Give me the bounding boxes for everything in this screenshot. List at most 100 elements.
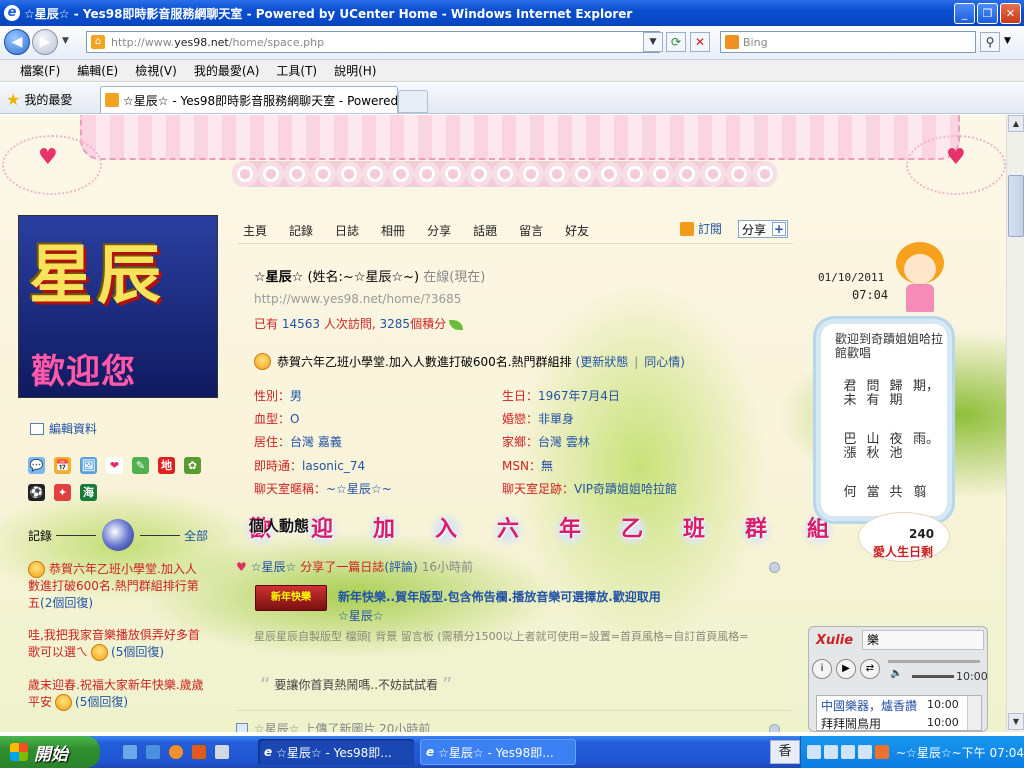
subscribe-link[interactable]: 訂閱 <box>680 220 722 237</box>
new-tab-button[interactable] <box>398 90 428 113</box>
record-all-link[interactable]: 全部 <box>184 527 208 544</box>
list-item-reply[interactable]: (2個回復) <box>40 596 93 610</box>
search-options-icon[interactable]: ▼ <box>1004 36 1011 46</box>
avatar[interactable]: 星辰 歡迎您 <box>18 215 218 398</box>
scroll-up-button[interactable]: ▲ <box>1008 115 1024 132</box>
tray-icon[interactable] <box>841 745 855 759</box>
field-value[interactable]: 1967年7月4日 <box>538 389 620 403</box>
nav-blog[interactable]: 日誌 <box>335 222 359 239</box>
menu-help[interactable]: 說明(H) <box>334 62 376 79</box>
nav-record[interactable]: 記錄 <box>289 222 313 239</box>
delete-feed-icon[interactable] <box>769 562 780 573</box>
field-value[interactable]: lasonic_74 <box>302 459 365 473</box>
ie-quicklaunch-icon[interactable] <box>122 744 138 760</box>
playlist-item[interactable]: 中國樂器，爐香讚 <box>821 697 917 714</box>
search-button[interactable]: ⚲ <box>980 32 1000 52</box>
page-scrollbar[interactable]: ▲ ▼ <box>1006 115 1024 732</box>
refresh-button[interactable]: ⟳ <box>666 32 686 52</box>
list-item[interactable]: 哇,我把我家音樂播放俱弄好多首歌可以選ㄟ (5個回復) <box>28 627 208 661</box>
nav-share[interactable]: 分享 <box>427 222 451 239</box>
plant-icon[interactable]: ✿ <box>184 457 201 474</box>
menu-tools[interactable]: 工具(T) <box>276 62 317 79</box>
map-icon[interactable]: 地 <box>158 457 175 474</box>
photo-icon[interactable]: 🖼 <box>80 457 97 474</box>
same-mood-link[interactable]: 同心情) <box>644 353 685 370</box>
search-input[interactable]: Bing <box>720 31 976 53</box>
nav-topic[interactable]: 話題 <box>473 222 497 239</box>
feed-actor[interactable]: ☆星辰☆ <box>251 558 297 575</box>
forward-button[interactable]: ▶ <box>32 29 58 55</box>
info-button[interactable]: i <box>812 659 832 679</box>
maximize-button[interactable]: ❐ <box>977 3 998 24</box>
space-url[interactable]: http://www.yes98.net/home/?3685 <box>254 292 461 306</box>
scroll-down-button[interactable]: ▼ <box>1008 713 1024 730</box>
media-quicklaunch-icon[interactable] <box>191 744 207 760</box>
update-status-link[interactable]: (更新狀態 <box>576 353 629 370</box>
taskbar-window-ie[interactable]: e ☆星辰☆ - Yes98即... <box>420 739 576 765</box>
ball-icon[interactable]: ⚽ <box>28 484 45 501</box>
tray-icon[interactable] <box>858 745 872 759</box>
status-separator: | <box>634 354 639 369</box>
calendar-icon[interactable]: 📅 <box>54 457 71 474</box>
volume-slider[interactable] <box>912 675 954 678</box>
shuffle-button[interactable]: ⇄ <box>860 659 880 679</box>
post-title[interactable]: 新年快樂..賀年版型.包含佈告欄.播放音樂可選擇放.歡迎取用 <box>338 588 698 605</box>
list-item-reply[interactable]: (5個回復) <box>111 645 164 659</box>
nav-home[interactable]: 主頁 <box>243 222 267 239</box>
playlist-scrollbar[interactable] <box>967 696 981 730</box>
playlist-item[interactable]: 拜拜鬧鳥用 <box>821 715 881 732</box>
firefox-quicklaunch-icon[interactable] <box>168 744 184 760</box>
seek-bar[interactable] <box>888 660 980 663</box>
tray-clock[interactable]: ~☆星辰☆~下午 07:04 <box>896 744 1024 761</box>
ime-indicator[interactable]: 香 <box>770 740 800 764</box>
nav-friends[interactable]: 好友 <box>565 222 589 239</box>
address-dropdown-button[interactable]: ▼ <box>643 32 663 52</box>
heart-icon[interactable]: ❤ <box>106 457 123 474</box>
list-item[interactable]: 恭賀六年乙班小學堂.加入人數進打破600名.熱門群組排行第五(2個回復) <box>28 561 208 612</box>
nav-album[interactable]: 相冊 <box>381 222 405 239</box>
start-button[interactable]: 開始 <box>0 736 100 768</box>
back-button[interactable]: ◀ <box>4 29 30 55</box>
scroll-thumb[interactable] <box>1008 175 1024 237</box>
taskbar-window-ie[interactable]: e ☆星辰☆ - Yes98即... <box>258 739 414 765</box>
history-dropdown-icon[interactable]: ▼ <box>62 36 69 46</box>
ie2-quicklaunch-icon[interactable] <box>145 744 161 760</box>
close-button[interactable]: ✕ <box>1000 3 1021 24</box>
menu-file[interactable]: 檔案(F) <box>20 62 60 79</box>
field-value[interactable]: ~☆星辰☆~ <box>326 482 392 496</box>
field-value[interactable]: O <box>290 412 299 426</box>
player-quicklaunch-icon[interactable] <box>214 744 230 760</box>
field-value[interactable]: 台灣 雲林 <box>538 435 590 449</box>
chat-icon[interactable]: 💬 <box>28 457 45 474</box>
field-value[interactable]: 男 <box>290 389 302 403</box>
rabbit-icon[interactable]: ✦ <box>54 484 71 501</box>
field-value[interactable]: 非單身 <box>538 412 574 426</box>
feed-comment-link[interactable]: (評論) <box>384 558 417 575</box>
nav-message[interactable]: 留言 <box>519 222 543 239</box>
pencil-icon[interactable]: ✎ <box>132 457 149 474</box>
browser-tab[interactable]: ☆星辰☆ - Yes98即時影音服務網聊天室 - Powered... <box>100 86 398 113</box>
sea-icon[interactable]: 海 <box>80 484 97 501</box>
favorites-button[interactable]: ★ 我的最愛 <box>6 90 72 109</box>
field-value[interactable]: 台灣 嘉義 <box>290 435 342 449</box>
player-search-field[interactable]: 樂 <box>862 630 984 650</box>
menu-favorites[interactable]: 我的最愛(A) <box>194 62 260 79</box>
share-button[interactable]: 分享 + <box>738 220 788 238</box>
delete-feed-icon[interactable] <box>769 724 780 732</box>
stop-button[interactable]: ✕ <box>690 32 710 52</box>
menu-edit[interactable]: 編輯(E) <box>77 62 118 79</box>
tray-icon[interactable] <box>807 745 821 759</box>
edit-profile-link[interactable]: 編輯資料 <box>30 420 97 437</box>
address-input[interactable]: ⌂ http://www. yes98.net/home/space.php <box>86 31 660 53</box>
post-author[interactable]: ☆星辰☆ <box>338 607 384 624</box>
field-value[interactable]: VIP奇蹟姐姐哈拉館 <box>574 482 677 496</box>
tray-icon[interactable] <box>875 745 889 759</box>
tray-icon[interactable] <box>824 745 838 759</box>
minimize-button[interactable]: _ <box>954 3 975 24</box>
volume-icon[interactable]: 🔈 <box>890 668 902 679</box>
menu-view[interactable]: 檢視(V) <box>135 62 177 79</box>
play-button[interactable]: ▶ <box>836 659 856 679</box>
list-item[interactable]: 歲末迎春.祝福大家新年快樂.歲歲平安 (5個回復) <box>28 677 208 711</box>
post-thumbnail[interactable]: 新年快樂 <box>255 585 327 611</box>
list-item-reply[interactable]: (5個回復) <box>75 695 128 709</box>
